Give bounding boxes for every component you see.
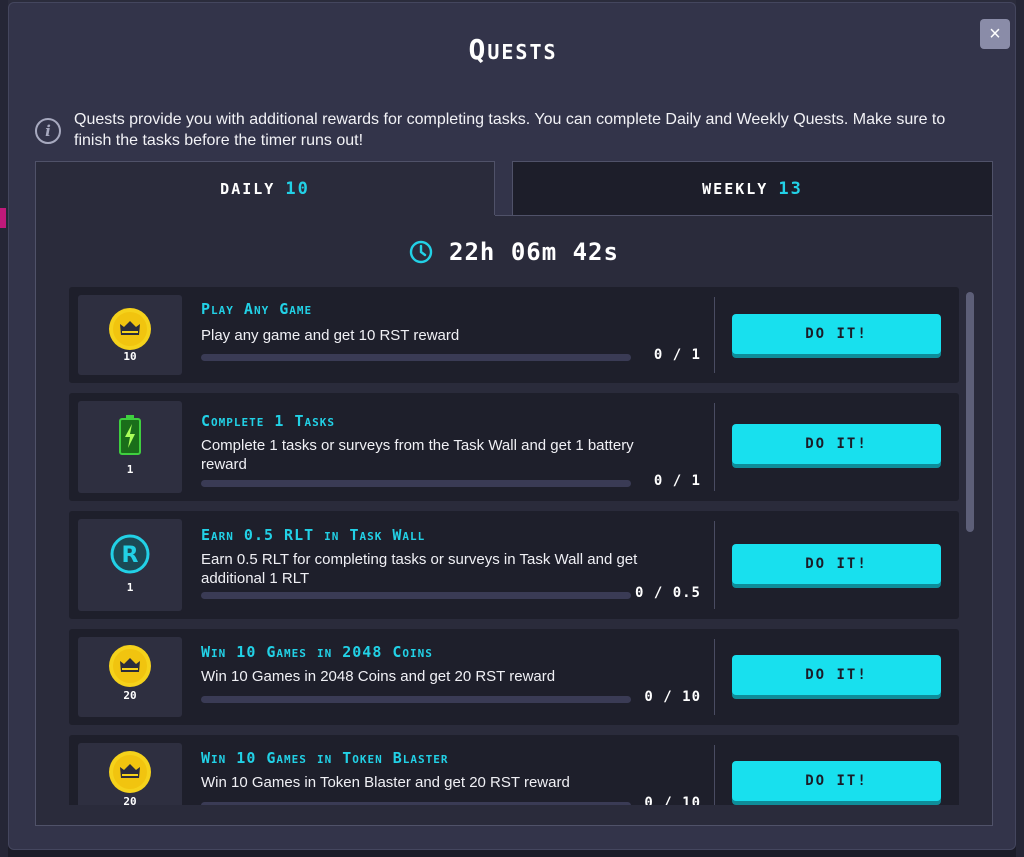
- tab-daily-count: 10: [285, 179, 310, 199]
- quest-progress-bar: [201, 354, 631, 361]
- background-edge-left: [0, 0, 8, 857]
- quest-title: Win 10 Games in 2048 Coins: [201, 643, 433, 661]
- quest-divider: [714, 639, 715, 715]
- quest-reward-value: 20: [123, 795, 137, 805]
- quest-description: Win 10 Games in 2048 Coins and get 20 RS…: [201, 668, 556, 685]
- quest-reward-value: 20: [123, 689, 137, 702]
- tab-weekly-count: 13: [778, 178, 803, 199]
- background-accent: [0, 208, 6, 228]
- quest-progress-bar: [201, 802, 631, 805]
- quest-divider: [714, 521, 715, 609]
- timer-value: 22h 06m 42s: [449, 238, 619, 266]
- quest-reward-box: 1: [78, 401, 182, 493]
- battery-icon: [119, 415, 141, 460]
- tab-weekly[interactable]: WEEKLY 13: [512, 161, 993, 216]
- do-it-button[interactable]: DO IT!: [732, 655, 941, 695]
- quest-row: 10 Play Any Game Play any game and get 1…: [69, 287, 959, 383]
- svg-text:R: R: [122, 543, 139, 568]
- quest-progress-text: 0 / 0.5: [634, 585, 701, 601]
- quest-divider: [714, 403, 715, 491]
- quest-description: Complete 1 tasks or surveys from the Tas…: [201, 437, 634, 473]
- quest-progress-text: 0 / 1: [653, 473, 701, 489]
- info-text: Quests provide you with additional rewar…: [74, 111, 946, 149]
- scrollbar-thumb[interactable]: [966, 292, 974, 532]
- tab-daily[interactable]: DAILY 10: [35, 161, 495, 216]
- clock-icon: [409, 240, 433, 264]
- quest-reward-box: 20: [78, 743, 182, 805]
- quest-row: R 1 Earn 0.5 RLT in Task Wall Earn 0.5 R…: [69, 511, 959, 619]
- do-it-button[interactable]: DO IT!: [732, 544, 941, 584]
- tab-weekly-label: WEEKLY: [702, 179, 769, 198]
- background-edge-right: [1016, 0, 1024, 857]
- quest-list: 10 Play Any Game Play any game and get 1…: [69, 287, 959, 805]
- quest-reward-value: 10: [123, 350, 137, 363]
- quest-row: 20 Win 10 Games in 2048 Coins Win 10 Gam…: [69, 629, 959, 725]
- quest-progress-text: 0 / 1: [653, 347, 701, 363]
- quest-progress-bar: [201, 592, 631, 599]
- quest-description: Earn 0.5 RLT for completing tasks or sur…: [201, 551, 638, 587]
- quests-modal: × Quests i Quests provide you with addit…: [8, 2, 1016, 850]
- tab-divider: [495, 215, 993, 216]
- do-it-button[interactable]: DO IT!: [732, 424, 941, 464]
- quest-description: Play any game and get 10 RST reward: [201, 327, 460, 344]
- quest-divider: [714, 745, 715, 805]
- quest-description: Win 10 Games in Token Blaster and get 20…: [201, 774, 570, 791]
- quest-timer: 22h 06m 42s: [35, 238, 993, 266]
- info-icon: i: [35, 118, 61, 144]
- quest-reward-box: 10: [78, 295, 182, 375]
- modal-title: Quests: [468, 33, 558, 66]
- crown-coin-icon: [108, 750, 152, 799]
- quest-progress-text: 0 / 10: [644, 689, 701, 705]
- quest-progress-text: 0 / 10: [644, 795, 701, 805]
- crown-coin-icon: [108, 307, 152, 356]
- quest-reward-value: 1: [126, 581, 134, 594]
- quest-progress-bar: [201, 480, 631, 487]
- quest-row: 20 Win 10 Games in Token Blaster Win 10 …: [69, 735, 959, 805]
- crown-coin-icon: [108, 644, 152, 693]
- quest-row: 1 Complete 1 Tasks Complete 1 tasks or s…: [69, 393, 959, 501]
- rlt-coin-icon: R: [109, 533, 151, 580]
- quest-progress-bar: [201, 696, 631, 703]
- do-it-button[interactable]: DO IT!: [732, 314, 941, 354]
- tab-daily-label: DAILY: [220, 180, 276, 198]
- quest-title: Play Any Game: [201, 300, 313, 318]
- quest-title: Complete 1 Tasks: [201, 412, 336, 430]
- do-it-button[interactable]: DO IT!: [732, 761, 941, 801]
- quest-title: Win 10 Games in Token Blaster: [201, 749, 449, 767]
- quest-title: Earn 0.5 RLT in Task Wall: [201, 526, 426, 544]
- quest-reward-value: 1: [126, 463, 134, 476]
- quest-divider: [714, 297, 715, 373]
- quest-reward-box: R 1: [78, 519, 182, 611]
- quest-reward-box: 20: [78, 637, 182, 717]
